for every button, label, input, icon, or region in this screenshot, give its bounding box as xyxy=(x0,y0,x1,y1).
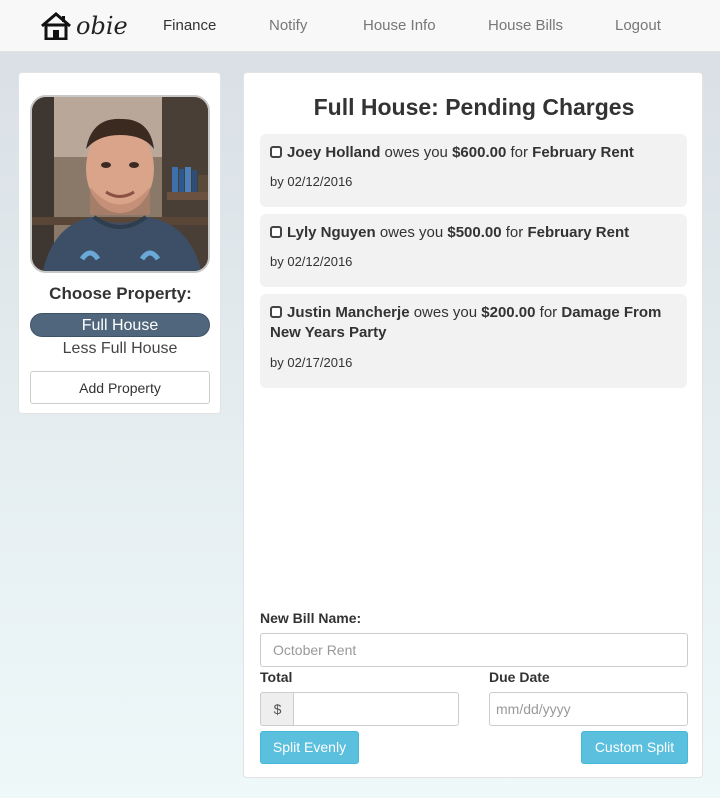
total-label: Total xyxy=(260,669,293,685)
charge-description: Joey Holland owes you $600.00 for Februa… xyxy=(270,143,675,163)
nav-house-info[interactable]: House Info xyxy=(363,17,436,34)
currency-addon: $ xyxy=(260,692,294,726)
charge-checkbox[interactable] xyxy=(270,146,282,158)
nav-notify[interactable]: Notify xyxy=(269,17,307,34)
split-evenly-button[interactable]: Split Evenly xyxy=(260,731,359,764)
add-property-button[interactable]: Add Property xyxy=(30,371,210,404)
charge-person: Justin Mancherje xyxy=(287,304,410,321)
charge-due-date: by 02/12/2016 xyxy=(270,254,353,269)
charge-item: February Rent xyxy=(532,144,634,161)
charge-for-text: for xyxy=(505,224,524,241)
bill-name-input[interactable] xyxy=(260,633,688,667)
charge-for-text: for xyxy=(539,304,558,321)
charge-description: Justin Mancherje owes you $200.00 for Da… xyxy=(270,303,675,343)
charge-card: Justin Mancherje owes you $200.00 for Da… xyxy=(260,294,687,388)
custom-split-button[interactable]: Custom Split xyxy=(581,731,688,764)
charge-checkbox[interactable] xyxy=(270,226,282,238)
nav-finance[interactable]: Finance xyxy=(163,17,216,34)
profile-photo xyxy=(32,97,208,271)
house-icon xyxy=(41,12,71,40)
brand-name: obie xyxy=(76,12,128,40)
nav-house-bills[interactable]: House Bills xyxy=(488,17,563,34)
bill-name-label: New Bill Name: xyxy=(260,610,362,626)
avatar xyxy=(30,95,210,273)
charge-owes-text: owes you xyxy=(413,304,478,321)
charge-checkbox[interactable] xyxy=(270,306,282,318)
charge-due-date: by 02/17/2016 xyxy=(270,355,353,370)
property-sidebar: Choose Property: Full House Less Full Ho… xyxy=(18,72,221,414)
nav-logout[interactable]: Logout xyxy=(615,17,661,34)
charge-for-text: for xyxy=(510,144,528,161)
charge-due-date: by 02/12/2016 xyxy=(270,174,353,189)
brand-logo[interactable]: obie xyxy=(40,10,128,42)
charge-owes-text: owes you xyxy=(379,224,444,241)
charge-amount: $600.00 xyxy=(452,144,507,161)
top-navbar: obie Finance Notify House Info House Bil… xyxy=(0,0,720,52)
choose-property-title: Choose Property: xyxy=(49,284,192,303)
charge-person: Joey Holland xyxy=(287,144,381,161)
due-date-label: Due Date xyxy=(489,669,550,685)
charge-amount: $200.00 xyxy=(481,304,536,321)
pending-charges-panel: Full House: Pending Charges Joey Holland… xyxy=(243,72,703,778)
charge-amount: $500.00 xyxy=(447,224,502,241)
charge-card: Lyly Nguyen owes you $500.00 for Februar… xyxy=(260,214,687,287)
charge-description: Lyly Nguyen owes you $500.00 for Februar… xyxy=(270,223,675,243)
property-item-full-house[interactable]: Full House xyxy=(30,313,210,337)
page-title: Full House: Pending Charges xyxy=(313,94,635,120)
charge-owes-text: owes you xyxy=(384,144,448,161)
due-date-input[interactable] xyxy=(489,692,688,726)
charge-person: Lyly Nguyen xyxy=(287,224,376,241)
charge-card: Joey Holland owes you $600.00 for Februa… xyxy=(260,134,687,207)
property-item-less-full-house[interactable]: Less Full House xyxy=(30,340,210,358)
total-input[interactable] xyxy=(293,692,459,726)
charge-item: February Rent xyxy=(527,224,630,241)
